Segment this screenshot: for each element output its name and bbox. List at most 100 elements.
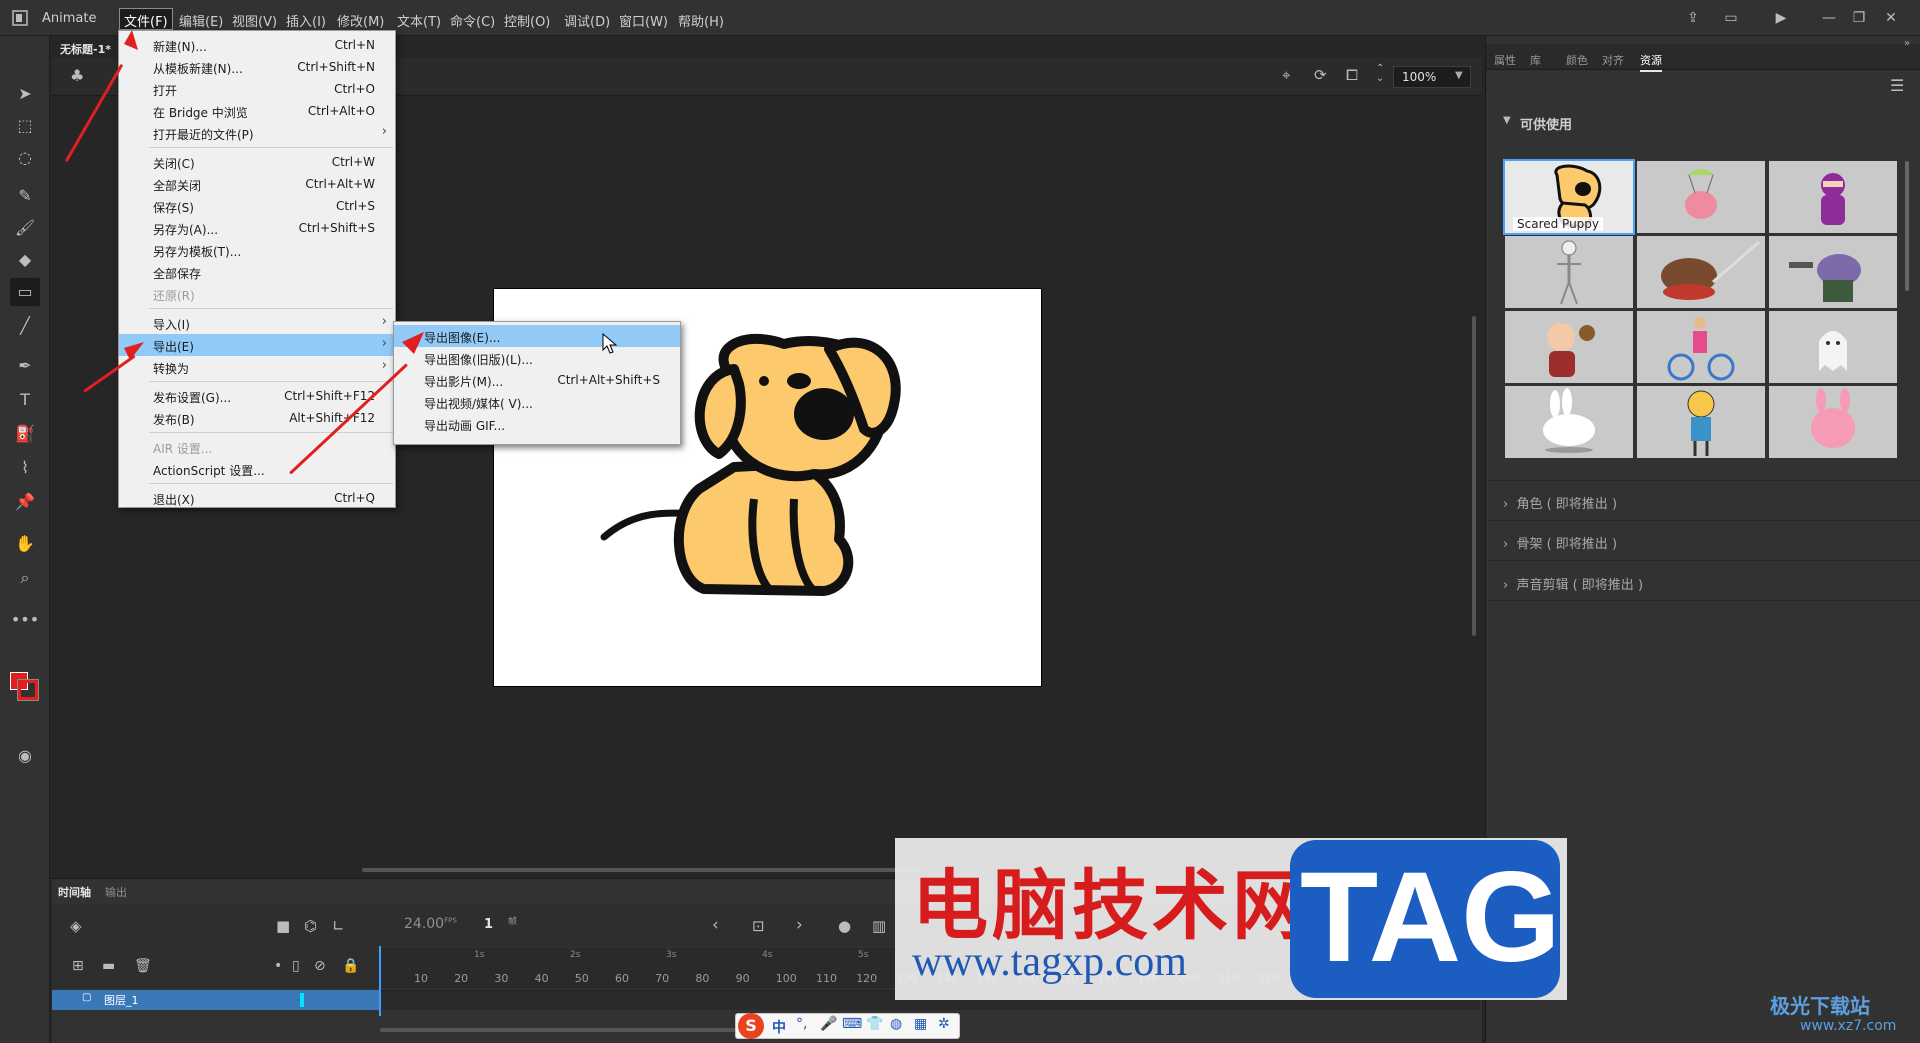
- layer-row[interactable]: [52, 990, 380, 1010]
- menu-file[interactable]: 文件(F): [119, 8, 173, 30]
- file-menu-item[interactable]: 全部关闭 Ctrl+Alt+W: [119, 173, 395, 195]
- rotate-stage-icon[interactable]: ⟳: [1314, 66, 1327, 84]
- pin-tool-icon[interactable]: 📌: [10, 488, 40, 516]
- pen-tool-icon[interactable]: ✒: [10, 352, 40, 380]
- export-menu-item[interactable]: 导出图像(E)...: [394, 325, 680, 347]
- tab-color[interactable]: 颜色: [1566, 52, 1588, 68]
- layer-name[interactable]: 图层_1: [104, 992, 139, 1008]
- asset-pink-bunny[interactable]: [1769, 386, 1897, 458]
- ime-settings-icon[interactable]: ✲: [938, 1016, 950, 1032]
- asset-ninja[interactable]: [1769, 161, 1897, 233]
- zoom-tool-icon[interactable]: ⌕: [10, 564, 40, 592]
- tab-timeline[interactable]: 时间轴: [58, 884, 91, 900]
- menu-item-8[interactable]: 调试(D): [560, 9, 614, 30]
- insert-keyframe-icon[interactable]: ⊡: [752, 917, 765, 935]
- minimize-button[interactable]: —: [1814, 6, 1844, 30]
- export-menu-item[interactable]: 导出动画 GIF...: [394, 413, 680, 435]
- tab-library[interactable]: 库: [1530, 52, 1541, 68]
- file-menu-item[interactable]: 另存为模板(T)...: [119, 239, 395, 261]
- file-menu-item[interactable]: 导出(E) ›: [119, 334, 395, 356]
- menu-item-5[interactable]: 文本(T): [393, 9, 445, 30]
- onion-skin-icon[interactable]: ●: [838, 917, 851, 935]
- clip-content-icon[interactable]: ⧠: [1346, 66, 1358, 84]
- test-movie-icon[interactable]: ▶: [1766, 6, 1796, 30]
- asset-boy[interactable]: [1637, 386, 1765, 458]
- export-menu-item[interactable]: 导出图像(旧版)(L)...: [394, 347, 680, 369]
- prev-frame-icon[interactable]: ‹: [712, 915, 719, 935]
- ime-skin-icon[interactable]: 👕: [866, 1016, 883, 1032]
- ime-voice-icon[interactable]: 🎤: [820, 1016, 837, 1032]
- close-button[interactable]: ✕: [1876, 6, 1906, 30]
- highlight-layer-icon[interactable]: •: [274, 958, 282, 974]
- asset-monster-gunner[interactable]: [1769, 236, 1897, 308]
- playhead[interactable]: [379, 946, 381, 1016]
- pencil-tool-icon[interactable]: ✎: [10, 182, 40, 210]
- panel-menu-icon[interactable]: ☰: [1890, 76, 1904, 95]
- menu-item-9[interactable]: 窗口(W): [615, 9, 672, 30]
- text-tool-icon[interactable]: T: [10, 386, 40, 414]
- stage-scrollbar-vertical[interactable]: [1472, 316, 1476, 636]
- ime-apps-icon[interactable]: ▦: [914, 1016, 927, 1032]
- new-folder-icon[interactable]: ▬: [102, 958, 115, 974]
- more-tools-icon[interactable]: •••: [10, 606, 40, 634]
- file-menu-item[interactable]: 从模板新建(N)... Ctrl+Shift+N: [119, 56, 395, 78]
- file-menu-item[interactable]: 全部保存: [119, 261, 395, 283]
- file-menu-item[interactable]: 新建(N)... Ctrl+N: [119, 34, 395, 56]
- free-transform-tool-icon[interactable]: ⬚: [10, 112, 40, 140]
- fill-color-swatch[interactable]: [17, 679, 39, 701]
- document-tab[interactable]: 无标题-1*: [52, 38, 122, 58]
- asset-old-man-monkey[interactable]: [1505, 311, 1633, 383]
- file-menu-item[interactable]: ActionScript 设置...: [119, 458, 395, 480]
- brush-tool-icon[interactable]: 🖌: [10, 214, 40, 242]
- layer-parenting-icon[interactable]: ⌬: [304, 917, 317, 935]
- file-menu-item[interactable]: 关闭(C) Ctrl+W: [119, 151, 395, 173]
- edit-multiple-frames-icon[interactable]: ▥: [872, 917, 886, 935]
- section-skeletons[interactable]: › 骨架 ( 即将推出 ): [1503, 533, 1617, 552]
- center-stage-icon[interactable]: ⌖: [1282, 66, 1290, 84]
- layer-depth-icon[interactable]: ∟: [332, 917, 345, 935]
- ime-punctuation-icon[interactable]: °,: [796, 1016, 807, 1032]
- outline-layer-icon[interactable]: ▯: [292, 958, 300, 974]
- menu-item-3[interactable]: 插入(I): [282, 9, 330, 30]
- layout-icon[interactable]: ▭: [1716, 6, 1746, 30]
- stage-scrollbar-horizontal[interactable]: [362, 868, 922, 872]
- new-layer-icon[interactable]: ⊞: [72, 958, 84, 974]
- hide-layer-icon[interactable]: ⊘: [314, 958, 326, 974]
- workspace-icon[interactable]: [10, 8, 30, 28]
- asset-skeleton[interactable]: [1505, 236, 1633, 308]
- section-sound-clips[interactable]: › 声音剪辑 ( 即将推出 ): [1503, 574, 1643, 593]
- lasso-tool-icon[interactable]: ◌: [10, 144, 40, 172]
- object-drawing-icon[interactable]: ◉: [10, 742, 40, 770]
- paint-bucket-tool-icon[interactable]: ⛽: [10, 420, 40, 448]
- lock-layer-icon[interactable]: 🔒: [342, 958, 359, 974]
- menu-item-4[interactable]: 修改(M): [333, 9, 388, 30]
- assets-scrollbar[interactable]: [1905, 161, 1909, 291]
- asset-rabbit[interactable]: [1505, 386, 1633, 458]
- tab-properties[interactable]: 属性: [1494, 52, 1516, 68]
- tab-output[interactable]: 输出: [105, 884, 127, 900]
- menu-item-7[interactable]: 控制(O): [500, 9, 554, 30]
- export-menu-item[interactable]: 导出视频/媒体( V)...: [394, 391, 680, 413]
- file-menu-item[interactable]: 退出(X) Ctrl+Q: [119, 487, 395, 509]
- fps-value[interactable]: 24.00FPS: [404, 916, 457, 932]
- tab-align[interactable]: 对齐: [1602, 52, 1624, 68]
- file-menu-item[interactable]: 发布设置(G)... Ctrl+Shift+F12: [119, 385, 395, 407]
- line-tool-icon[interactable]: ╱: [10, 312, 40, 340]
- collapse-panel-icon[interactable]: »: [1904, 38, 1910, 49]
- export-menu-item[interactable]: 导出影片(M)... Ctrl+Alt+Shift+S: [394, 369, 680, 391]
- ime-game-icon[interactable]: ◍: [890, 1016, 902, 1032]
- zoom-dropdown-icon[interactable]: ▼: [1455, 70, 1463, 81]
- ime-keyboard-icon[interactable]: ⌨: [842, 1016, 862, 1032]
- current-frame[interactable]: 1: [484, 917, 493, 932]
- zoom-stepper-icon[interactable]: ⌃ ⌄: [1376, 64, 1384, 84]
- eyedropper-tool-icon[interactable]: ⌇: [10, 454, 40, 482]
- rectangle-tool-icon[interactable]: ▭: [10, 278, 40, 306]
- asset-scared-puppy[interactable]: Scared Puppy: [1503, 159, 1635, 235]
- tab-assets[interactable]: 资源: [1640, 52, 1662, 72]
- ime-mode[interactable]: 中: [772, 1017, 786, 1037]
- file-menu-item[interactable]: 另存为(A)... Ctrl+Shift+S: [119, 217, 395, 239]
- delete-layer-icon[interactable]: 🗑: [134, 958, 152, 974]
- scene-icon[interactable]: ♣: [70, 66, 84, 85]
- menu-item-6[interactable]: 命令(C): [446, 9, 499, 30]
- file-menu-item[interactable]: 在 Bridge 中浏览 Ctrl+Alt+O: [119, 100, 395, 122]
